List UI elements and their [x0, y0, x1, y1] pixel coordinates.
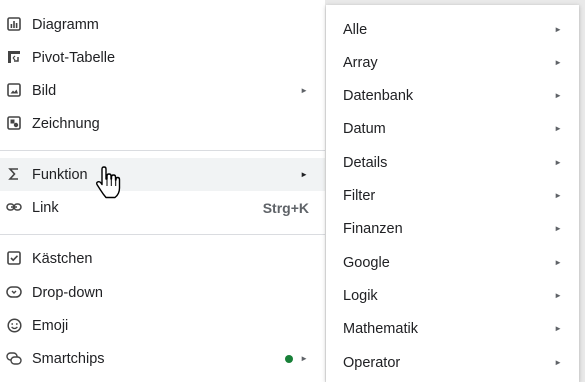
submenu-item-finanzen[interactable]: Finanzen ►	[326, 212, 579, 245]
link-icon	[6, 199, 22, 215]
menu-item-smartchips[interactable]: Smartchips ►	[0, 342, 325, 375]
submenu-item-datenbank[interactable]: Datenbank ►	[326, 79, 579, 112]
submenu-arrow-icon: ►	[554, 191, 562, 200]
submenu-item-label: Datum	[343, 120, 386, 137]
submenu-item-google[interactable]: Google ►	[326, 246, 579, 279]
menu-item-label: Diagramm	[32, 16, 99, 33]
submenu-arrow-icon: ►	[554, 124, 562, 133]
menu-item-emoji[interactable]: Emoji	[0, 309, 325, 342]
submenu-arrow-icon: ►	[554, 324, 562, 333]
submenu-item-label: Mathematik	[343, 320, 418, 337]
submenu-item-details[interactable]: Details ►	[326, 146, 579, 179]
submenu-arrow-icon: ►	[554, 258, 562, 267]
submenu-arrow-icon: ►	[300, 86, 308, 95]
menu-separator	[0, 150, 325, 151]
menu-item-label: Bild	[32, 82, 57, 99]
submenu-item-label: Array	[343, 54, 378, 71]
submenu-arrow-icon: ►	[554, 91, 562, 100]
submenu-item-label: Alle	[343, 21, 368, 38]
submenu-item-alle[interactable]: Alle ►	[326, 13, 579, 46]
menu-item-label: Emoji	[32, 317, 69, 334]
menu-item-label: Zeichnung	[32, 115, 100, 132]
menu-item-label: Smartchips	[32, 350, 105, 367]
new-feature-dot	[285, 355, 293, 363]
submenu-item-label: Details	[343, 154, 388, 171]
funktion-submenu: Alle ► Array ► Datenbank ► Datum ► Detai…	[326, 5, 579, 382]
menu-item-label: Pivot-Tabelle	[32, 49, 116, 66]
menu-item-bild[interactable]: Bild ►	[0, 74, 325, 107]
menu-item-zeichnung[interactable]: Zeichnung	[0, 107, 325, 140]
drawing-icon	[6, 115, 22, 131]
menu-item-link[interactable]: Link Strg+K	[0, 191, 325, 224]
menu-item-pivot-tabelle[interactable]: Pivot-Tabelle	[0, 41, 325, 74]
submenu-item-logik[interactable]: Logik ►	[326, 279, 579, 312]
dropdown-chip-icon	[6, 284, 22, 300]
smartchips-icon	[6, 350, 22, 366]
submenu-arrow-icon: ►	[554, 58, 562, 67]
menu-item-kaestchen[interactable]: Kästchen	[0, 242, 325, 275]
image-icon	[6, 82, 22, 98]
submenu-item-label: Datenbank	[343, 87, 414, 104]
menu-item-label: Kästchen	[32, 250, 93, 267]
submenu-item-mathematik[interactable]: Mathematik ►	[326, 312, 579, 345]
submenu-item-label: Logik	[343, 287, 378, 304]
submenu-item-label: Finanzen	[343, 220, 403, 237]
chart-icon	[6, 16, 22, 32]
menu-item-label: Funktion	[32, 166, 88, 183]
menu-item-label: Link	[32, 199, 59, 216]
submenu-arrow-icon: ►	[300, 354, 308, 363]
menu-item-drop-down[interactable]: Drop-down	[0, 276, 325, 309]
checkbox-icon	[6, 250, 22, 266]
submenu-item-label: Operator	[343, 354, 401, 371]
submenu-item-datum[interactable]: Datum ►	[326, 112, 579, 145]
sigma-icon	[6, 166, 22, 182]
hand-cursor-icon	[95, 166, 121, 199]
submenu-arrow-icon: ►	[300, 170, 308, 179]
submenu-item-operator[interactable]: Operator ►	[326, 346, 579, 379]
pivot-table-icon	[6, 49, 22, 65]
menu-item-diagramm[interactable]: Diagramm	[0, 8, 325, 41]
submenu-item-array[interactable]: Array ►	[326, 46, 579, 79]
menu-separator	[0, 234, 325, 235]
emoji-icon	[6, 317, 22, 333]
submenu-item-filter[interactable]: Filter ►	[326, 179, 579, 212]
keyboard-shortcut: Strg+K	[262, 199, 309, 216]
submenu-item-label: Filter	[343, 187, 376, 204]
submenu-item-label: Google	[343, 254, 390, 271]
submenu-arrow-icon: ►	[554, 158, 562, 167]
submenu-arrow-icon: ►	[554, 291, 562, 300]
insert-menu: Diagramm Pivot-Tabelle Bild ► Zeichnung …	[0, 0, 325, 382]
menu-item-label: Drop-down	[32, 284, 103, 301]
submenu-arrow-icon: ►	[554, 25, 562, 34]
submenu-arrow-icon: ►	[554, 224, 562, 233]
menu-item-funktion[interactable]: Funktion ►	[0, 158, 325, 191]
submenu-arrow-icon: ►	[554, 358, 562, 367]
